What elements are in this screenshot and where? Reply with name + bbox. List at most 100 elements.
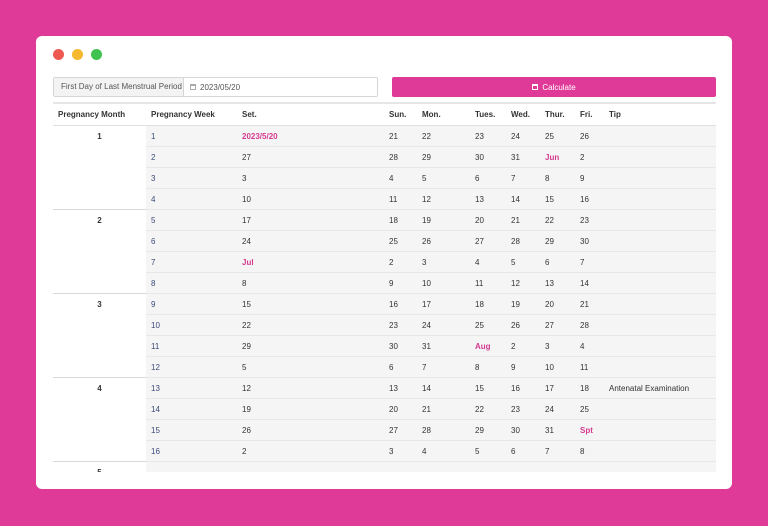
pregnancy-week-cell: 12 [146, 356, 237, 378]
day-cell-sat: 12 [237, 377, 384, 399]
date-form: First Day of Last Menstrual Period 2023/… [53, 77, 716, 97]
pregnancy-calendar-table-container[interactable]: Pregnancy Month Pregnancy Week Set. Sun.… [53, 102, 716, 472]
day-cell-mon: 14 [417, 377, 470, 399]
day-cell-sat: 2 [237, 440, 384, 462]
tip-cell [604, 293, 716, 315]
day-cell-tue: 15 [470, 377, 506, 399]
day-cell-fri: 30 [575, 230, 604, 252]
pregnancy-month-cell: 5 [53, 461, 146, 472]
day-cell-sat: 29 [237, 335, 384, 357]
day-cell-thu: 27 [540, 314, 575, 336]
pregnancy-week-cell: 6 [146, 230, 237, 252]
day-cell-sat: 19 [237, 398, 384, 420]
col-header-wed[interactable]: Wed. [506, 102, 540, 126]
table-row: 11 29 30 31 Aug 2 3 4 [53, 335, 716, 357]
day-cell-wed: 9 [506, 356, 540, 378]
col-header-mon[interactable]: Mon. [417, 102, 470, 126]
table-row: 8 8 9 10 11 12 13 14 [53, 272, 716, 294]
day-cell-fri: 21 [575, 293, 604, 315]
day-cell-wed: 26 [506, 314, 540, 336]
col-header-sat[interactable]: Set. [237, 102, 384, 126]
maximize-window-icon[interactable] [91, 49, 102, 60]
lmp-date-input[interactable]: 2023/05/20 [184, 78, 377, 96]
day-cell-sun: 2 [384, 251, 417, 273]
col-header-pregnancy-month[interactable]: Pregnancy Month [53, 102, 146, 126]
tip-cell [604, 230, 716, 252]
day-cell-wed: 30 [506, 419, 540, 441]
day-cell-wed: 14 [506, 188, 540, 210]
day-cell-sun: 16 [384, 293, 417, 315]
day-cell-wed: 24 [506, 125, 540, 147]
day-cell-sun: 25 [384, 230, 417, 252]
day-cell-mon: 11 [417, 461, 470, 472]
day-cell-thu: 24 [540, 398, 575, 420]
table-row: 16 2 3 4 5 6 7 8 [53, 440, 716, 462]
day-cell-thu: 22 [540, 209, 575, 231]
day-cell-fri: 9 [575, 167, 604, 189]
day-cell-fri: 26 [575, 125, 604, 147]
day-cell-mon: 7 [417, 356, 470, 378]
close-window-icon[interactable] [53, 49, 64, 60]
day-cell-wed: 6 [506, 440, 540, 462]
tip-cell [604, 188, 716, 210]
day-cell-wed: 7 [506, 167, 540, 189]
table-row: 2 27 28 29 30 31 Jun 2 [53, 146, 716, 168]
pregnancy-week-cell: 8 [146, 272, 237, 294]
day-cell-tue: Aug [470, 335, 506, 357]
col-header-sun[interactable]: Sun. [384, 102, 417, 126]
col-header-fri[interactable]: Fri. [575, 102, 604, 126]
day-cell-tue: 6 [470, 167, 506, 189]
day-cell-mon: 29 [417, 146, 470, 168]
tip-cell [604, 146, 716, 168]
day-cell-mon: 3 [417, 251, 470, 273]
day-cell-fri: 11 [575, 356, 604, 378]
day-cell-tue: 30 [470, 146, 506, 168]
tip-cell [604, 335, 716, 357]
day-cell-sat: 5 [237, 356, 384, 378]
table-header-row: Pregnancy Month Pregnancy Week Set. Sun.… [53, 102, 716, 126]
table-row: 4 10 11 12 13 14 15 16 [53, 188, 716, 210]
table-row: 4 13 12 13 14 15 16 17 18 Antenatal Examination [53, 377, 716, 462]
day-cell-fri: 15 [575, 461, 604, 472]
lmp-date-value[interactable]: 2023/05/20 [200, 83, 240, 92]
day-cell-sun: 4 [384, 167, 417, 189]
minimize-window-icon[interactable] [72, 49, 83, 60]
tip-cell [604, 125, 716, 147]
tip-cell [604, 251, 716, 273]
day-cell-sat: Jul [237, 251, 384, 273]
col-header-tip[interactable]: Tip [604, 102, 716, 126]
day-cell-mon: 17 [417, 293, 470, 315]
day-cell-thu: 6 [540, 251, 575, 273]
day-cell-thu: 8 [540, 167, 575, 189]
day-cell-fri: Spt [575, 419, 604, 441]
day-cell-thu: 14 [540, 461, 575, 472]
day-cell-tue: 8 [470, 356, 506, 378]
col-header-pregnancy-week[interactable]: Pregnancy Week [146, 102, 237, 126]
day-cell-fri: 2 [575, 146, 604, 168]
table-row: 2 5 17 18 19 20 21 22 23 [53, 209, 716, 294]
col-header-tue[interactable]: Tues. [470, 102, 506, 126]
day-cell-wed: 28 [506, 230, 540, 252]
tip-cell: Antenatal Examination [604, 377, 716, 399]
day-cell-tue: 22 [470, 398, 506, 420]
pregnancy-week-cell: 9 [146, 293, 237, 315]
lmp-date-field[interactable]: First Day of Last Menstrual Period 2023/… [53, 77, 378, 97]
day-cell-thu: 20 [540, 293, 575, 315]
day-cell-tue: 4 [470, 251, 506, 273]
calculate-button[interactable]: Calculate [392, 77, 716, 97]
day-cell-fri: 18 [575, 377, 604, 399]
pregnancy-week-cell: 1 [146, 125, 237, 147]
pregnancy-week-cell: 2 [146, 146, 237, 168]
day-cell-fri: 14 [575, 272, 604, 294]
day-cell-mon: 12 [417, 188, 470, 210]
col-header-thu[interactable]: Thur. [540, 102, 575, 126]
day-cell-sun: 10 [384, 461, 417, 472]
day-cell-tue: 12 [470, 461, 506, 472]
app-window: First Day of Last Menstrual Period 2023/… [36, 36, 732, 489]
day-cell-tue: 20 [470, 209, 506, 231]
day-cell-wed: 31 [506, 146, 540, 168]
day-cell-thu: 15 [540, 188, 575, 210]
day-cell-tue: 29 [470, 419, 506, 441]
table-row: 3 9 15 16 17 18 19 20 21 [53, 293, 716, 378]
pregnancy-week-cell: 16 [146, 440, 237, 462]
